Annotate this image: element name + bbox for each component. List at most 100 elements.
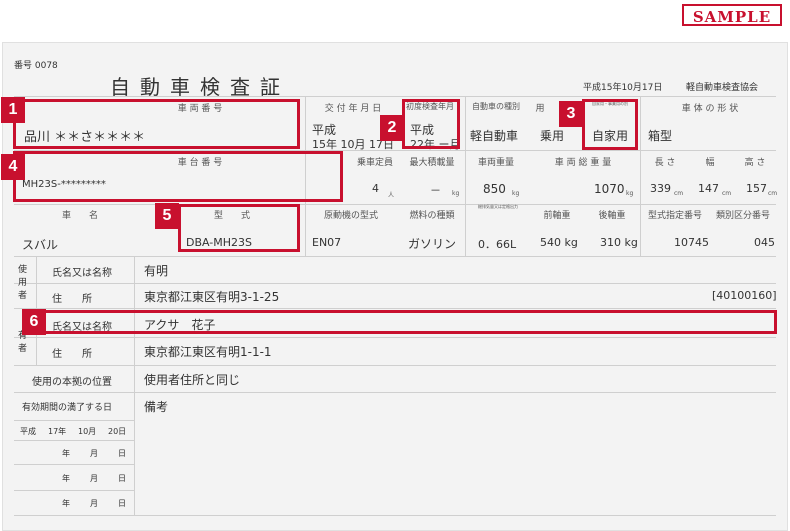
grid-line bbox=[465, 96, 466, 256]
header-vehicle-type: 自動車の種別 bbox=[472, 102, 520, 111]
expiry-row-day: 日 bbox=[118, 474, 126, 483]
grid-line bbox=[14, 256, 776, 257]
owner-address-label: 住 所 bbox=[52, 349, 92, 360]
cert-issue-date: 平成15年10月17日 bbox=[583, 83, 663, 93]
base-location-value: 使用者住所と同じ bbox=[144, 373, 241, 387]
model-no-value: 10745 bbox=[674, 236, 709, 249]
max-load-unit: kg bbox=[452, 190, 460, 197]
header-displacement: 総排気量又は定格出力 bbox=[478, 204, 518, 209]
capacity-unit: 人 bbox=[388, 192, 395, 199]
header-length: 長 さ bbox=[654, 158, 676, 168]
gross-weight-unit: kg bbox=[626, 190, 634, 197]
header-fuel: 燃料の種類 bbox=[409, 211, 455, 221]
owner-address-value: 東京都江東区有明1-1-1 bbox=[144, 345, 272, 359]
vehicle-name-value: スバル bbox=[22, 238, 59, 252]
front-axle-value: 540 kg bbox=[540, 236, 578, 249]
grid-line bbox=[14, 204, 776, 205]
grid-line bbox=[14, 337, 776, 338]
user-name-value: 有明 bbox=[144, 264, 169, 278]
expiry-row-month: 月 bbox=[90, 474, 98, 483]
cert-number: 番号 0078 bbox=[14, 61, 58, 71]
header-max-load: 最大積載量 bbox=[409, 158, 455, 168]
header-width: 幅 bbox=[705, 158, 715, 168]
expiry-row-year: 年 bbox=[62, 474, 70, 483]
grid-line bbox=[14, 308, 776, 309]
header-issue-date: 交 付 年 月 日 bbox=[324, 104, 382, 114]
grid-line bbox=[14, 365, 776, 366]
highlight-chassis bbox=[13, 151, 343, 202]
expiry-row-month: 10月 bbox=[78, 427, 97, 436]
height-value: 157 bbox=[746, 182, 767, 195]
header-use: 用 bbox=[535, 104, 545, 114]
capacity-value: 4 bbox=[372, 182, 379, 195]
vehicle-type-value: 軽自動車 bbox=[470, 129, 519, 143]
header-engine: 原動機の型式 bbox=[323, 211, 378, 221]
header-front-axle: 前軸重 bbox=[543, 211, 571, 221]
expiry-row-day: 日 bbox=[118, 449, 126, 458]
cert-issuer: 軽自動車検査協会 bbox=[686, 83, 759, 93]
gross-weight-value: 1070 bbox=[594, 182, 625, 196]
highlight-purpose bbox=[582, 99, 638, 150]
expiry-row-day: 20日 bbox=[108, 427, 127, 436]
length-value: 339 bbox=[650, 182, 671, 195]
header-body-shape: 車 体 の 形 状 bbox=[681, 104, 739, 114]
header-name: 車 名 bbox=[61, 211, 98, 221]
expiry-row-era: 平成 bbox=[20, 427, 36, 436]
badge-3: 3 bbox=[559, 101, 583, 127]
expiry-row-year: 17年 bbox=[48, 427, 67, 436]
grid-line bbox=[14, 464, 134, 465]
header-weight: 車両重量 bbox=[477, 158, 514, 168]
weight-unit: kg bbox=[512, 190, 520, 197]
expiry-row-month: 月 bbox=[90, 499, 98, 508]
badge-6: 6 bbox=[22, 309, 46, 335]
body-shape-value: 箱型 bbox=[648, 129, 673, 143]
user-address-value: 東京都江東区有明3-1-25 bbox=[144, 290, 280, 304]
rear-axle-value: 310 kg bbox=[600, 236, 638, 249]
expiry-row-month: 月 bbox=[90, 449, 98, 458]
fuel-value: ガソリン bbox=[408, 237, 457, 251]
badge-1: 1 bbox=[1, 97, 25, 123]
use-value: 乗用 bbox=[540, 129, 565, 143]
grid-line bbox=[14, 392, 776, 393]
highlight-first-reg bbox=[402, 99, 460, 149]
badge-4: 4 bbox=[1, 154, 25, 180]
expiry-row-day: 日 bbox=[118, 499, 126, 508]
header-height: 高 さ bbox=[744, 158, 766, 168]
displacement-value: 0．66L bbox=[478, 238, 517, 251]
grid-line bbox=[14, 96, 776, 97]
grid-line bbox=[134, 256, 135, 515]
weight-value: 850 bbox=[483, 182, 506, 196]
grid-line bbox=[14, 283, 776, 284]
height-unit: cm bbox=[768, 190, 778, 197]
width-unit: cm bbox=[722, 190, 732, 197]
expiry-label: 有効期間の満了する日 bbox=[22, 403, 113, 413]
max-load-value: － bbox=[430, 184, 441, 197]
user-code-value: [40100160] bbox=[712, 289, 777, 302]
header-class-no: 類別区分番号 bbox=[715, 211, 770, 221]
grid-line bbox=[640, 96, 641, 256]
header-rear-axle: 後軸重 bbox=[598, 211, 626, 221]
grid-line bbox=[14, 490, 134, 491]
badge-2: 2 bbox=[380, 115, 404, 141]
sample-stamp: SAMPLE bbox=[682, 4, 782, 26]
header-capacity: 乗車定員 bbox=[356, 158, 393, 168]
length-unit: cm bbox=[674, 190, 684, 197]
expiry-row-year: 年 bbox=[62, 499, 70, 508]
user-name-label: 氏名又は名称 bbox=[52, 268, 112, 279]
user-section-label: 使用者 bbox=[18, 265, 28, 301]
grid-line bbox=[14, 515, 776, 516]
base-location-label: 使用の本拠の位置 bbox=[32, 377, 112, 388]
highlight-model bbox=[178, 204, 300, 252]
grid-line bbox=[14, 420, 134, 421]
highlight-reg-number bbox=[13, 99, 300, 149]
engine-value: EN07 bbox=[312, 236, 342, 249]
header-model-no: 型式指定番号 bbox=[647, 211, 702, 221]
class-no-value: 045 bbox=[754, 236, 775, 249]
header-gross-weight: 車 両 総 重 量 bbox=[554, 158, 612, 168]
remarks-label: 備考 bbox=[144, 400, 169, 414]
grid-line bbox=[14, 440, 134, 441]
highlight-owner-name bbox=[36, 310, 777, 334]
user-address-label: 住 所 bbox=[52, 294, 92, 305]
expiry-row-year: 年 bbox=[62, 449, 70, 458]
width-value: 147 bbox=[698, 182, 719, 195]
